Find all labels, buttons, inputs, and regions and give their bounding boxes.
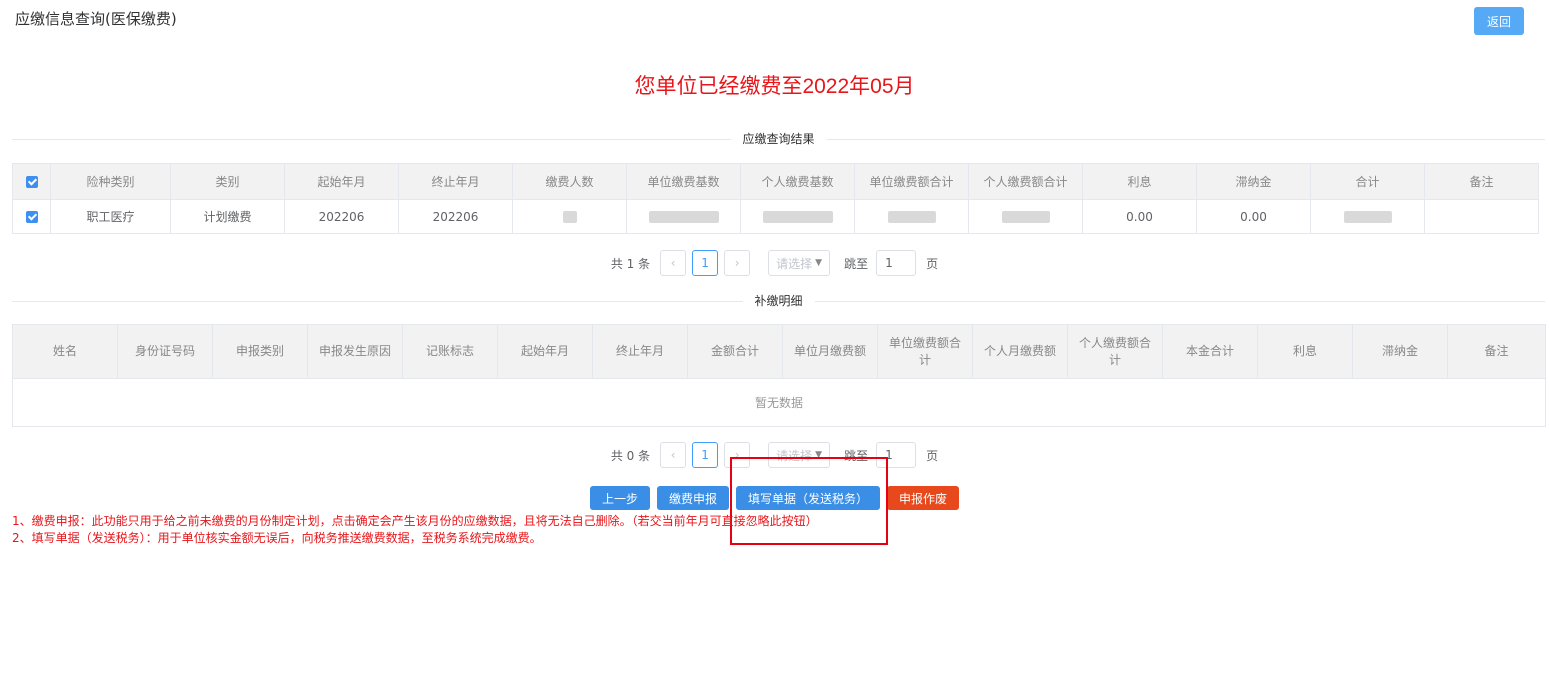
- column-header: 单位缴费额合计: [854, 163, 969, 200]
- total-count: 共 0 条: [610, 448, 651, 463]
- supplement-details-table: 姓名 身份证号码 申报类别 申报发生原因 记账标志 起始年月 终止年月 金额合计…: [12, 324, 1546, 427]
- payment-status-banner: 您单位已经缴费至2022年05月: [634, 75, 915, 98]
- end-month-cell: 202206: [398, 199, 513, 234]
- column-header: 金额合计: [687, 324, 783, 379]
- row-checkbox[interactable]: [12, 199, 51, 234]
- column-header: 备注: [1447, 324, 1546, 379]
- page-number-button[interactable]: 1: [692, 250, 719, 276]
- remark-cell: [1424, 199, 1539, 234]
- column-header: 个人缴费额合计: [968, 163, 1083, 200]
- results-pagination: 共 1 条 ‹ 1 › 请选择 ▼ 跳至 1 页: [0, 250, 1549, 276]
- column-header: 利息: [1082, 163, 1197, 200]
- column-header: 滞纳金: [1196, 163, 1311, 200]
- results-table: 险种类别 类别 起始年月 终止年月 缴费人数 单位缴费基数 个人缴费基数 单位缴…: [12, 163, 1539, 234]
- details-header-row: 姓名 身份证号码 申报类别 申报发生原因 记账标志 起始年月 终止年月 金额合计…: [12, 324, 1546, 379]
- void-declaration-button[interactable]: 申报作废: [887, 486, 960, 510]
- column-header: 单位缴费额合计: [877, 324, 973, 379]
- start-month-cell: 202206: [284, 199, 399, 234]
- note-line: 2、填写单据（发送税务）：用于单位核实金额无误后，向税务推送缴费数据，至税务系统…: [12, 531, 542, 545]
- personal-amount-cell-redacted: [968, 199, 1083, 234]
- section-divider-results: 应缴查询结果: [12, 131, 1545, 147]
- section-divider-details: 补缴明细: [12, 293, 1545, 309]
- section-title-details: 补缴明细: [742, 293, 815, 309]
- column-header: 个人缴费基数: [740, 163, 855, 200]
- checkbox-checked-icon: [25, 176, 38, 188]
- unit-amount-cell-redacted: [854, 199, 969, 234]
- instructions-notes: 1、缴费申报：此功能只用于给之前未缴费的月份制定计划，点击确定会产生该月份的应缴…: [12, 513, 818, 547]
- results-header-row: 险种类别 类别 起始年月 终止年月 缴费人数 单位缴费基数 个人缴费基数 单位缴…: [12, 163, 1539, 200]
- column-header: 缴费人数: [512, 163, 627, 200]
- column-header: 单位缴费基数: [626, 163, 741, 200]
- column-header: 起始年月: [284, 163, 399, 200]
- back-button[interactable]: 返回: [1474, 7, 1524, 35]
- personal-base-cell-redacted: [740, 199, 855, 234]
- table-row[interactable]: 职工医疗 计划缴费 202206 202206 0.00 0.00: [12, 199, 1539, 234]
- note-line: 1、缴费申报：此功能只用于给之前未缴费的月份制定计划，点击确定会产生该月份的应缴…: [12, 514, 818, 528]
- page-number-button[interactable]: 1: [692, 442, 719, 468]
- headcount-cell-redacted: [512, 199, 627, 234]
- page-size-placeholder: 请选择: [776, 256, 813, 271]
- page-title: 应缴信息查询(医保缴费): [15, 10, 177, 28]
- total-cell-redacted: [1310, 199, 1425, 234]
- column-header: 险种类别: [50, 163, 171, 200]
- jump-page-input[interactable]: 1: [876, 250, 917, 276]
- column-header: 姓名: [12, 324, 118, 379]
- column-header: 本金合计: [1162, 324, 1258, 379]
- page-size-select[interactable]: 请选择 ▼: [768, 250, 831, 276]
- chevron-down-icon: ▼: [815, 258, 823, 268]
- section-title-results: 应缴查询结果: [730, 131, 827, 147]
- page-unit-label: 页: [926, 256, 939, 271]
- column-header: 记账标志: [402, 324, 498, 379]
- column-header: 滞纳金: [1352, 324, 1448, 379]
- insurance-type-cell: 职工医疗: [50, 199, 171, 234]
- empty-text: 暂无数据: [12, 378, 1546, 427]
- empty-row: 暂无数据: [12, 378, 1546, 427]
- page-unit-label: 页: [926, 448, 939, 463]
- column-header: 单位月缴费额: [782, 324, 878, 379]
- category-cell: 计划缴费: [170, 199, 285, 234]
- column-header: 类别: [170, 163, 285, 200]
- unit-base-cell-redacted: [626, 199, 741, 234]
- prev-step-button[interactable]: 上一步: [590, 486, 651, 510]
- prev-page-button[interactable]: ‹: [660, 250, 687, 276]
- column-header: 申报发生原因: [307, 324, 403, 379]
- column-header: 申报类别: [212, 324, 308, 379]
- column-header: 个人缴费额合计: [1067, 324, 1163, 379]
- column-header: 备注: [1424, 163, 1539, 200]
- column-header: 合计: [1310, 163, 1425, 200]
- declare-button[interactable]: 缴费申报: [657, 486, 730, 510]
- column-header: 身份证号码: [117, 324, 213, 379]
- column-header: 利息: [1257, 324, 1353, 379]
- column-header: 起始年月: [497, 324, 593, 379]
- prev-page-button[interactable]: ‹: [660, 442, 687, 468]
- jump-label: 跳至: [844, 256, 869, 271]
- interest-cell: 0.00: [1082, 199, 1197, 234]
- column-header: 终止年月: [592, 324, 688, 379]
- late-fee-cell: 0.00: [1196, 199, 1311, 234]
- column-header: 终止年月: [398, 163, 513, 200]
- total-count: 共 1 条: [610, 256, 651, 271]
- select-all-checkbox[interactable]: [12, 163, 51, 200]
- checkbox-checked-icon: [25, 211, 38, 223]
- column-header: 个人月缴费额: [972, 324, 1068, 379]
- next-page-button[interactable]: ›: [724, 250, 751, 276]
